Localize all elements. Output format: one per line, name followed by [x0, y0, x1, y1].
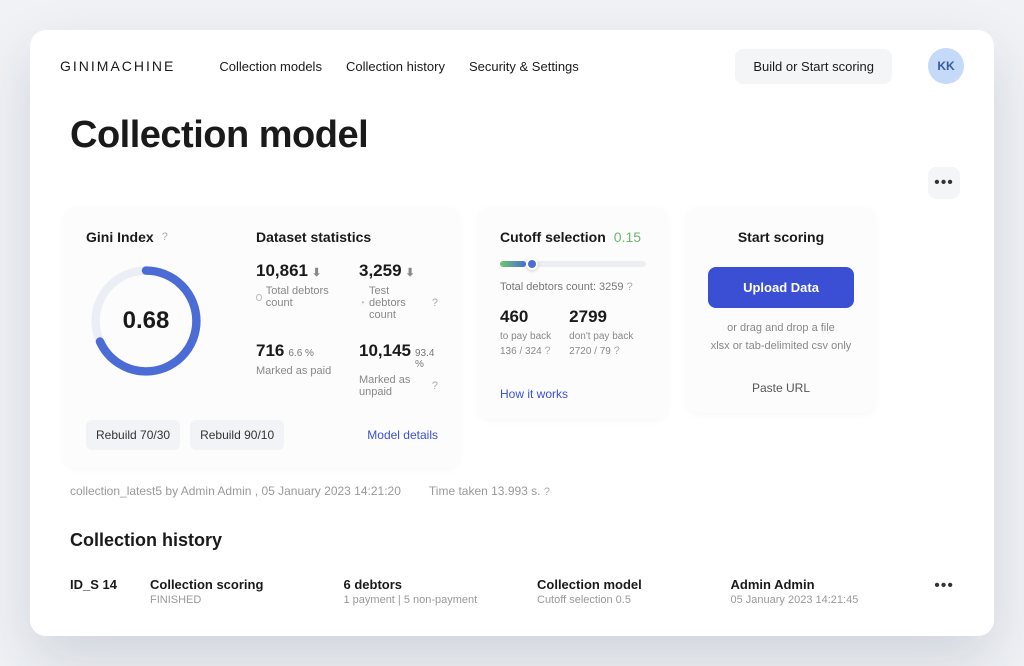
nav-collection-models[interactable]: Collection models: [219, 59, 322, 74]
start-scoring-card: Start scoring Upload Data or drag and dr…: [686, 207, 876, 413]
brand-logo: GINIMACHINE: [60, 58, 175, 74]
circle-icon: [256, 294, 262, 301]
slider-handle[interactable]: [526, 258, 538, 270]
model-details-link[interactable]: Model details: [367, 428, 438, 442]
stat-value: 10,861: [256, 261, 308, 281]
gini-ring-chart: 0.68: [86, 261, 206, 381]
upload-data-button[interactable]: Upload Data: [708, 267, 854, 308]
stat-marked-paid: 716 6.6 % Marked as paid: [256, 341, 335, 398]
page-title: Collection model: [30, 84, 994, 187]
history-id: ID_S 14: [70, 577, 130, 592]
payback-label: to pay back: [500, 331, 551, 342]
payback-count: 460: [500, 307, 551, 327]
payback-stat: 460 to pay back 136 / 324 ?: [500, 307, 551, 359]
history-row[interactable]: ID_S 14 Collection scoring FINISHED 6 de…: [30, 567, 994, 626]
history-timestamp: 05 January 2023 14:21:45: [731, 594, 905, 606]
stat-label: Marked as paid: [256, 365, 335, 377]
history-model-detail: Cutoff selection 0.5: [537, 594, 711, 606]
dataset-statistics-title: Dataset statistics: [256, 229, 438, 245]
drag-drop-hint: or drag and drop a file: [727, 322, 835, 334]
help-icon[interactable]: ?: [545, 345, 551, 357]
payback-detail: 136 / 324: [500, 346, 542, 357]
stat-label: Marked as unpaid: [359, 374, 428, 398]
user-avatar[interactable]: KK: [928, 48, 964, 84]
history-scoring-title: Collection scoring: [150, 577, 324, 592]
collection-history-title: Collection history: [30, 508, 994, 567]
help-icon[interactable]: ?: [614, 345, 620, 357]
history-debtors-detail: 1 payment | 5 non-payment: [344, 594, 518, 606]
history-row-more-button[interactable]: •••: [934, 577, 954, 594]
stat-value: 716: [256, 341, 284, 361]
dontpay-count: 2799: [569, 307, 633, 327]
gini-value: 0.68: [86, 261, 206, 381]
dontpay-detail: 2720 / 79: [569, 346, 611, 357]
download-icon[interactable]: ⬇: [406, 266, 415, 279]
stat-value: 10,145: [359, 341, 411, 361]
stat-test-debtors: 3,259 ⬇ ◔ Test debtors count?: [359, 261, 438, 321]
clock-icon: ◔: [359, 298, 365, 309]
stat-pct: 6.6 %: [288, 348, 314, 359]
help-icon[interactable]: ?: [432, 380, 438, 392]
time-taken: Time taken 13.993 s.: [429, 484, 541, 498]
total-debtors-label: Total debtors count: 3259: [500, 281, 624, 293]
help-icon[interactable]: ?: [544, 486, 550, 498]
stat-label: Test debtors count: [369, 285, 428, 321]
nav-collection-history[interactable]: Collection history: [346, 59, 445, 74]
download-icon[interactable]: ⬇: [312, 266, 321, 279]
stat-total-debtors: 10,861 ⬇ Total debtors count: [256, 261, 335, 321]
help-icon[interactable]: ?: [432, 297, 438, 309]
gini-dataset-card: Gini Index ? 0.68 Dataset statistics: [64, 207, 460, 468]
model-meta-info: collection_latest5 by Admin Admin , 05 J…: [70, 484, 401, 498]
how-it-works-link[interactable]: How it works: [500, 387, 646, 401]
help-icon[interactable]: ?: [627, 281, 633, 293]
cutoff-selection-card: Cutoff selection 0.15 Total debtors coun…: [478, 207, 668, 419]
cutoff-value: 0.15: [614, 229, 641, 245]
build-or-start-scoring-button[interactable]: Build or Start scoring: [735, 49, 892, 84]
stat-label: Total debtors count: [266, 285, 335, 309]
rebuild-70-30-button[interactable]: Rebuild 70/30: [86, 420, 180, 450]
rebuild-90-10-button[interactable]: Rebuild 90/10: [190, 420, 284, 450]
format-hint: xlsx or tab-delimited csv only: [711, 340, 852, 352]
dontpay-label: don't pay back: [569, 331, 633, 342]
cutoff-slider[interactable]: [500, 261, 646, 267]
stat-pct: 93.4 %: [415, 348, 438, 370]
start-scoring-title: Start scoring: [738, 229, 824, 245]
stat-value: 3,259: [359, 261, 402, 281]
cutoff-title: Cutoff selection: [500, 229, 606, 245]
gini-help-icon[interactable]: ?: [162, 231, 168, 243]
dontpay-stat: 2799 don't pay back 2720 / 79 ?: [569, 307, 633, 359]
gini-index-title: Gini Index: [86, 229, 154, 245]
history-user: Admin Admin: [731, 577, 905, 592]
stat-marked-unpaid: 10,145 93.4 % Marked as unpaid ?: [359, 341, 438, 398]
nav-security-settings[interactable]: Security & Settings: [469, 59, 579, 74]
history-scoring-status: FINISHED: [150, 594, 324, 606]
history-debtors-count: 6 debtors: [344, 577, 518, 592]
page-more-button[interactable]: •••: [928, 167, 960, 199]
paste-url-button[interactable]: Paste URL: [752, 381, 810, 395]
history-model-title: Collection model: [537, 577, 711, 592]
